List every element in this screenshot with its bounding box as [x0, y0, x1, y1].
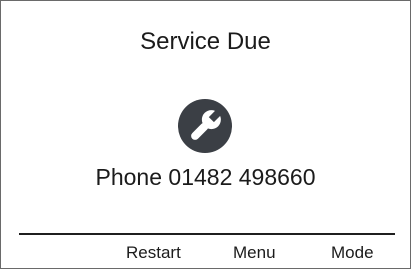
- mode-softkey[interactable]: Mode: [331, 243, 374, 263]
- wrench-icon: [178, 99, 232, 153]
- softkey-divider: [19, 233, 395, 235]
- screen-title: Service Due: [140, 28, 271, 55]
- display-screen: Service Due Phone 01482 498660 Restart M…: [0, 0, 411, 269]
- restart-softkey[interactable]: Restart: [126, 243, 181, 263]
- menu-softkey[interactable]: Menu: [233, 243, 276, 263]
- service-phone-number: Phone 01482 498660: [95, 164, 316, 190]
